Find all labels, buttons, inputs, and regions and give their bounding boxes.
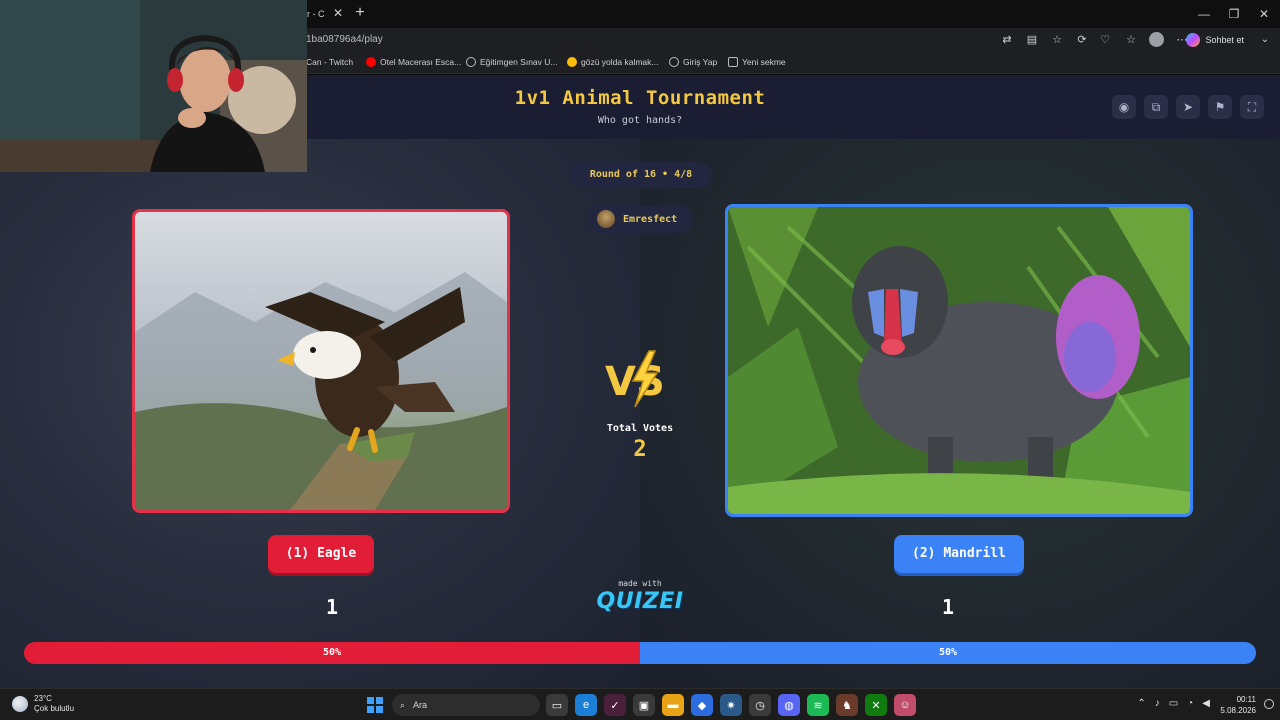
close-window-button[interactable]: ✕ [1256,6,1272,22]
left-vote-percent: 50% [24,642,640,664]
share-icon[interactable]: ⧉ [1144,95,1168,119]
favorites-icon[interactable]: ☆ [1123,32,1139,48]
windows-taskbar: 23°C Çok bulutlu ⌕ Ara ▭ e ✓ ▣ ▬ ◆ ✷ ◷ ◍… [0,688,1280,720]
date: 5.08.2026 [1220,706,1256,715]
bookmark-item[interactable]: gözü yolda kalmak... [567,57,658,67]
bookmark-label: Eğitimgen Sınav U... [480,57,558,67]
browser-essentials-icon[interactable]: ♡ [1097,32,1113,48]
copilot-label: Sohbet et [1205,35,1244,45]
bookmark-label: gözü yolda kalmak... [581,57,659,67]
favorite-star-icon[interactable]: ☆ [1049,32,1065,48]
right-vote-percent: 50% [640,642,1256,664]
store-icon[interactable]: ▣ [633,694,655,716]
user-badge: Emresfect [587,205,693,233]
globe-icon [669,57,679,67]
clock-app-icon[interactable]: ◷ [749,694,771,716]
quizei-logo[interactable]: QUIZEI [590,589,690,614]
vote-mandrill-button[interactable]: (2) Mandrill [894,535,1024,573]
bookmark-item[interactable]: Otel Macerası Esca... [366,57,461,67]
bookmark-item[interactable]: Eğitimgen Sınav U... [466,57,557,67]
copilot-app-icon[interactable]: ◆ [691,694,713,716]
total-votes-value: 2 [633,437,647,462]
streamer-webcam-image [0,0,307,172]
weather-widget[interactable]: 23°C Çok bulutlu [12,694,74,714]
taskbar-clock[interactable]: 00:11 5.08.2026 [1220,694,1256,716]
address-icons: ⇄ ▤ ☆ ⟳ [999,32,1090,48]
round-indicator: Round of 16 • 4/8 [570,162,712,188]
flag-icon[interactable]: ⚑ [1208,95,1232,119]
user-app-icon[interactable]: ☺ [894,694,916,716]
microphone-icon[interactable]: ♪ [1155,698,1160,709]
taskbar-search[interactable]: ⌕ Ara [392,694,540,716]
game-icon[interactable]: ♞ [836,694,858,716]
header-actions: ◉ ⧉ ➤ ⚑ ⛶ [1112,95,1264,119]
versus-icon: VS [605,350,665,408]
restore-button[interactable]: ❐ [1226,6,1242,22]
made-with-label: made with [618,579,662,588]
app-icon[interactable]: ✓ [604,694,626,716]
globe-icon [466,57,476,67]
wifi-icon[interactable]: ◔ [1187,698,1193,709]
temperature: 23°C [34,694,52,703]
fullscreen-icon[interactable]: ⛶ [1240,95,1264,119]
user-avatar [597,210,615,228]
notification-icon[interactable] [1264,699,1274,709]
chevron-up-icon[interactable]: ⌃ [1137,698,1145,709]
file-explorer-icon[interactable]: ▬ [662,694,684,716]
profile-avatar-icon[interactable] [1149,32,1164,47]
reader-icon[interactable]: ▤ [1024,32,1040,48]
eye-icon[interactable]: ◉ [1112,95,1136,119]
bookmark-item[interactable]: Can - Twitch [306,57,353,67]
page-icon [728,57,738,67]
total-votes-label: Total Votes [606,423,674,434]
left-choice-image[interactable] [132,209,510,513]
bookmark-item[interactable]: Yeni sekme [728,57,786,67]
time: 00:11 [1236,695,1256,704]
search-icon: ⌕ [400,699,406,710]
webcam-overlay [0,0,307,172]
user-name: Emresfect [623,213,678,225]
vote-progress-bar: 50% 50% [24,642,1256,664]
new-tab-button[interactable]: + [352,5,368,21]
bookmark-label: Giriş Yap [683,57,718,67]
weather-text: 23°C Çok bulutlu [34,694,74,714]
svg-text:VS: VS [605,359,665,405]
bookmark-label: Otel Macerası Esca... [380,57,462,67]
gear-icon[interactable]: ✷ [720,694,742,716]
mandrill-image [728,207,1190,514]
extensions-icon[interactable]: ⟳ [1074,32,1090,48]
taskbar-apps: ▭ e ✓ ▣ ▬ ◆ ✷ ◷ ◍ ≋ ♞ ✕ ☺ [546,694,916,716]
bookmark-item[interactable]: Giriş Yap [669,57,717,67]
spotify-icon[interactable]: ≋ [807,694,829,716]
xbox-icon[interactable]: ✕ [865,694,887,716]
volume-icon[interactable]: ◀ [1202,698,1210,709]
vote-eagle-button[interactable]: (1) Eagle [268,535,374,573]
discord-icon[interactable]: ◍ [778,694,800,716]
cloud-icon [12,696,28,712]
browser-toolbar-icons: ♡ ☆ ⋯ [1097,32,1190,48]
search-placeholder: Ara [413,700,428,710]
left-vote-count: 1 [325,595,339,619]
google-icon [567,57,577,67]
bookmark-label: Yeni sekme [742,57,786,67]
right-vote-count: 1 [941,595,955,619]
copilot-button[interactable]: Sohbet et [1186,33,1244,47]
send-icon[interactable]: ➤ [1176,95,1200,119]
translate-icon[interactable]: ⇄ [999,32,1015,48]
windows-start-icon[interactable] [367,697,383,713]
tab-close-icon[interactable]: ✕ [331,6,345,20]
edge-icon[interactable]: e [575,694,597,716]
weather-condition: Çok bulutlu [34,704,75,713]
bookmark-label: Can - Twitch [306,57,354,67]
display-icon[interactable]: ▭ [1169,698,1178,709]
copilot-icon [1186,33,1201,47]
minimize-button[interactable]: — [1196,6,1212,22]
system-tray: ⌃ ♪ ▭ ◔ ◀ [1137,698,1210,709]
eagle-image [135,212,507,510]
right-choice-image[interactable] [725,204,1193,517]
task-view-icon[interactable]: ▭ [546,694,568,716]
url-field[interactable]: 1ba08796a4/play [306,34,383,45]
sidebar-toggle-icon[interactable]: ⌄ [1258,33,1272,47]
youtube-icon [366,57,376,67]
